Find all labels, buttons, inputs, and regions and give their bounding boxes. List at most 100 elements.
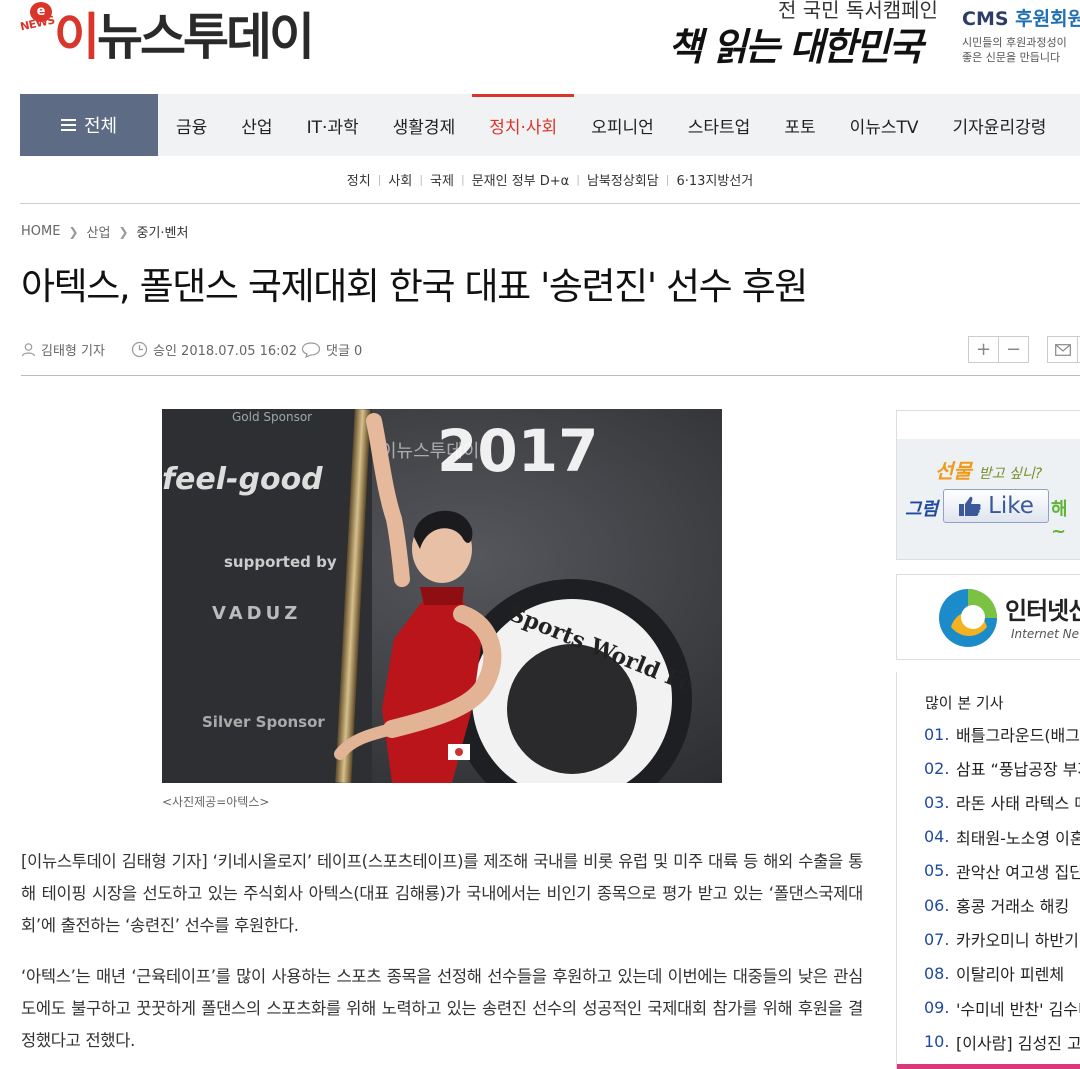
popular-item-rank: 05. [924, 861, 950, 881]
subnav-item[interactable]: 문재인 정부 D+α [472, 170, 570, 189]
subnav-item[interactable]: 사회 [388, 170, 412, 189]
nav-item[interactable]: 포토 [784, 94, 815, 156]
cms-title: CMS 후원회원 [962, 4, 1080, 31]
subnav-separator: | [665, 173, 670, 186]
cms-desc-line-2: 좋은 신문을 만듭니다 [962, 51, 1061, 64]
campaign-title: 책 읽는 대한민국 [668, 24, 923, 69]
mail-icon [1054, 343, 1071, 356]
subnav-item[interactable]: 6·13지방선거 [676, 170, 753, 189]
breadcrumb-home[interactable]: HOME [21, 224, 60, 239]
popular-item-rank: 06. [924, 895, 950, 915]
article-photo[interactable]: Gold Sponsor feel-good supported by VADU… [162, 409, 722, 783]
breadcrumb-level2[interactable]: 중기·벤처 [137, 222, 189, 241]
popular-item[interactable]: 07. 카카오미니 하반기 [924, 922, 1080, 956]
article-title: 아텍스, 폴댄스 국제대회 한국 대표 '송련진' 선수 후원 [21, 265, 808, 308]
pole-dancer-photo: Gold Sponsor feel-good supported by VADU… [162, 409, 722, 783]
clock-icon [131, 341, 148, 358]
photo-watermark: 이뉴스투데이 [380, 441, 479, 462]
comment-count: 댓글 0 [326, 344, 363, 359]
popular-item-title: 최태원-노소영 이혼 [956, 828, 1080, 848]
popular-item[interactable]: 06. 홍콩 거래소 해킹 [924, 888, 1080, 922]
like-question-small: 받고 싶니? [978, 466, 1043, 482]
article-meta: 김태형 기자 승인 2018.07.05 16:02 댓글 0 + − [21, 336, 1080, 376]
facebook-like-label: Like [988, 493, 1034, 519]
photo-caption: <사진제공=아텍스> [162, 795, 270, 809]
popular-item[interactable]: 05. 관악산 여고생 집단 [924, 854, 1080, 888]
popular-item-title: 이탈리아 피렌체 [956, 965, 1065, 985]
author-name: 김태형 기자 [41, 344, 105, 359]
nav-item[interactable]: 정치·사회 [472, 94, 575, 156]
logo-badge-news: NEWS [19, 13, 56, 34]
popular-item[interactable]: 01. 배틀그라운드(배그) [924, 717, 1080, 751]
comments-info[interactable]: 댓글 0 [301, 340, 362, 359]
font-increase-button[interactable]: + [968, 336, 999, 363]
subnav-separator: | [419, 173, 424, 186]
internet-commission-name: 인터넷신문위원회 [1005, 597, 1080, 625]
popular-item[interactable]: 02. 삼표 “풍납공장 부지 [924, 751, 1080, 785]
popular-item[interactable]: 03. 라돈 사태 라텍스 매 [924, 785, 1080, 819]
hamburger-icon [60, 119, 76, 131]
sub-nav: 정치 | 사회 | 국제 | 문재인 정부 D+α | 남북정상회담 | 6·13지방선거 [20, 156, 1080, 204]
facebook-like-button[interactable]: Like [943, 489, 1049, 523]
popular-item-rank: 03. [924, 792, 950, 812]
nav-item[interactable]: IT·과학 [307, 94, 359, 156]
popular-item[interactable]: 04. 최태원-노소영 이혼 [924, 820, 1080, 854]
subnav-item[interactable]: 국제 [430, 170, 454, 189]
approved-info: 승인 2018.07.05 16:02 [131, 340, 297, 359]
nav-item[interactable]: 이뉴스TV [850, 94, 919, 156]
breadcrumb-level1[interactable]: 산업 [87, 222, 111, 241]
nav-all-button[interactable]: 전체 [20, 94, 158, 156]
logo-text: 이뉴스투데이 [54, 8, 315, 66]
subnav-item[interactable]: 남북정상회담 [587, 170, 659, 189]
cms-membership-banner[interactable]: CMS 후원회원 시민들의 후원과정성이 좋은 신문을 만듭니다 [962, 4, 1080, 65]
user-icon [21, 343, 36, 357]
subnav-item[interactable]: 정치 [347, 170, 371, 189]
photo-silver: Silver Sponsor [202, 713, 325, 731]
popular-bottom-bar [897, 1064, 1080, 1069]
popular-item-title: 관악산 여고생 집단 [956, 862, 1080, 882]
photo-supported: supported by [224, 553, 337, 571]
nav-item[interactable]: 오피니언 [591, 94, 654, 156]
approved-time: 승인 2018.07.05 16:02 [153, 344, 298, 359]
photo-gold-sponsor: Gold Sponsor [232, 410, 312, 424]
nav-items: 금융 산업 IT·과학 생활경제 정치·사회 오피니언 스타트업 포토 이뉴스TV 기자윤리강령 [158, 94, 1046, 156]
popular-item[interactable]: 08. 이탈리아 피렌체 [924, 956, 1080, 990]
popular-item[interactable]: 10. [이사람] 김성진 고 [924, 1025, 1080, 1059]
popular-item-title: 카카오미니 하반기 [956, 931, 1079, 951]
font-decrease-button[interactable]: − [998, 336, 1029, 363]
article-body: [이뉴스투데이 김태형 기자] ‘키네시올로지’ 테이프(스포츠테이프)를 제조… [21, 846, 863, 1069]
popular-item-rank: 08. [924, 963, 950, 983]
popular-item-rank: 02. [924, 758, 950, 778]
internet-news-commission-banner[interactable]: 인터넷신문위원회 Internet News Commission [896, 574, 1080, 660]
popular-item-title: 삼표 “풍납공장 부지 [956, 760, 1080, 780]
popular-item-rank: 04. [924, 827, 950, 847]
logo-text-first: 이 [54, 8, 100, 66]
nav-item[interactable]: 금융 [176, 94, 207, 156]
popular-item-rank: 09. [924, 998, 950, 1018]
logo-text-rest: 뉴스투데이 [97, 8, 315, 66]
cms-desc-line-1: 시민들의 후원과정성이 [962, 36, 1067, 49]
cms-label: CMS [962, 8, 1009, 30]
nav-item[interactable]: 스타트업 [688, 94, 751, 156]
article-paragraph: ‘아텍스’는 매년 ‘근육테이프’를 많이 사용하는 스포츠 종목을 선정해 선… [21, 967, 863, 1050]
facebook-like-banner[interactable]: 선물 받고 싶니? 그럼 Like 해~ [896, 410, 1080, 560]
nav-item[interactable]: 생활경제 [393, 94, 456, 156]
breadcrumb: HOME ❯ 산업 ❯ 중기·벤처 [21, 222, 188, 241]
comment-bubble-icon [301, 342, 321, 358]
nav-item[interactable]: 산업 [241, 94, 272, 156]
reading-campaign-banner[interactable]: 전 국민 독서캠페인 책 읽는 대한민국 [668, 0, 938, 70]
like-after: 해~ [1051, 499, 1068, 542]
chevron-right-icon: ❯ [68, 224, 79, 239]
popular-item-rank: 01. [924, 724, 950, 744]
popular-articles: 많이 본 기사 01. 배틀그라운드(배그) 02. 삼표 “풍납공장 부지 03. 라돈… [896, 672, 1080, 1069]
popular-item[interactable]: 09. '수미네 반찬' 김수미 [924, 991, 1080, 1025]
internet-commission-logo-icon [939, 589, 997, 647]
nav-item[interactable]: 기자윤리강령 [953, 94, 1047, 156]
thumbs-up-icon [959, 496, 981, 516]
subnav-separator: | [460, 173, 465, 186]
subnav-separator: | [377, 173, 382, 186]
internet-commission-sub: Internet News Commission [1011, 627, 1080, 641]
popular-item-title: '수미네 반찬' 김수미 [956, 999, 1080, 1019]
email-button[interactable] [1047, 336, 1078, 363]
cms-description: 시민들의 후원과정성이 좋은 신문을 만듭니다 [962, 35, 1080, 65]
